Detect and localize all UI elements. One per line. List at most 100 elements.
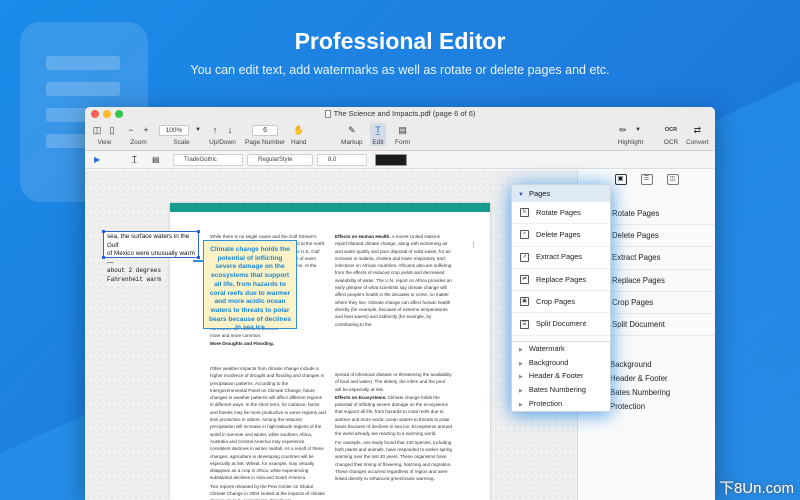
hand-group: ✋ Hand [291,123,307,147]
site-watermark: 下8Un.com [718,480,794,497]
page-down-icon[interactable]: ↓ [224,125,236,136]
minimize-window-button[interactable] [103,110,111,118]
edit-line[interactable]: of Mexico were unusually warm— [107,250,195,267]
pages-header-label: Pages [528,189,551,198]
menu-item-background[interactable]: ▶ Background [512,356,610,370]
extract-icon: ↗ [520,252,529,262]
zoom-group: − + Zoom [125,123,152,146]
single-page-icon[interactable]: ▯ [106,125,118,136]
replace-icon: ⇄ [520,275,529,285]
paragraph: A recent United Nations report blamed cl… [335,234,452,327]
form-label: Form [395,139,411,146]
document-properties-icon[interactable]: ☰ [640,174,653,185]
convert-label: Convert [686,139,709,146]
resize-handle[interactable] [197,256,200,259]
expand-arrow-icon: ▶ [519,374,523,381]
menu-item-bates-numbering[interactable]: ▶ Bates Numbering [512,383,610,397]
markup-group: ✎ Markup [341,123,363,147]
close-window-button[interactable] [91,110,99,118]
chevron-down-icon[interactable]: ▼ [192,125,204,136]
edit-line[interactable]: sea, the surface waters in the Gulf [107,233,195,250]
convert-icon[interactable]: ⇄ [691,125,703,136]
menu-item-label: Extract Pages [536,252,583,262]
menu-item-protection[interactable]: ▶ Protection [512,397,610,411]
resize-handle[interactable] [197,230,200,233]
edit-line[interactable]: about 2 degrees Fahrenheit warm [107,267,195,284]
edit-label: Edit [372,139,384,146]
highlighter-icon[interactable]: ✏ [617,125,629,136]
expand-arrow-icon: ▶ [519,346,523,353]
expand-caret-icon[interactable]: ▼ [518,192,524,198]
section-heading: Effects on Human Health. [335,234,391,239]
edit-text-icon[interactable]: T̲ [372,125,384,136]
sidebar-toggle-icon[interactable]: ◫ [91,125,103,136]
select-arrow-icon[interactable]: ▶ [94,155,100,164]
pages-dropdown-panel: ▼ Pages ↻ Rotate Pages × Delete Pages ↗ Extr… [511,184,611,412]
paragraph: For example, one study found that 130 sp… [335,439,452,482]
app-window: The Science and Impacts.pdf (page 6 of 6… [85,107,715,500]
convert-group: ⇄ Convert [686,123,709,147]
view-group: ◫ ▯ View [91,123,118,147]
toolbar: ◫ ▯ View − + Zoom 100% ▼ Scale ↑ ↓ Up/Do… [85,121,715,151]
view-label: View [97,139,112,146]
document-canvas[interactable]: ⋮ While there is no single cause and the… [85,170,577,500]
markup-icon[interactable]: ✎ [346,125,358,136]
font-size-select[interactable]: 8.0 [317,154,367,166]
menu-item-delete-pages[interactable]: × Delete Pages [512,224,610,247]
panel-icon[interactable]: ◫ [666,174,679,185]
paragraph: Climate change holds the potential of in… [335,394,452,437]
menu-item-crop-pages[interactable]: ▣ Crop Pages [512,291,610,314]
menu-item-label: Watermark [528,343,565,353]
menu-item-extract-pages[interactable]: ↗ Extract Pages [512,247,610,269]
expand-arrow-icon: ▶ [519,401,523,408]
scale-select[interactable]: 100% [159,124,189,136]
updown-label: Up/Down [209,139,236,146]
column-right: Effects on Human Health. A recent United… [335,233,453,329]
hand-icon[interactable]: ✋ [293,125,305,136]
form-icon[interactable]: ▤ [397,125,409,136]
text-edit-icon[interactable]: T̲ [132,155,137,164]
font-style-select[interactable]: RegularStyle [247,154,313,166]
text-color-swatch[interactable] [375,154,407,166]
zoom-window-button[interactable] [115,110,123,118]
menu-item-rotate-pages[interactable]: ↻ Rotate Pages [512,202,610,225]
paragraph: spread of infectious disease or threaten… [335,372,452,392]
menu-item-label: Protection [528,398,563,408]
callout-box[interactable]: Climate change holds the potential of in… [203,240,297,331]
menu-item-watermark[interactable]: ▶ Watermark [512,342,610,356]
markup-label: Markup [341,139,363,146]
text-edit-box[interactable]: sea, the surface waters in the Gulf of M… [102,230,200,283]
page-up-icon[interactable]: ↑ [209,125,221,136]
menu-item-replace-pages[interactable]: ⇄ Replace Pages [512,269,610,292]
zoom-label: Zoom [130,139,147,146]
page-tools-icon[interactable]: ▣ [614,174,627,185]
column-left-lower: Other weather impacts from climate chang… [210,365,326,500]
form-group: ▤ Form [395,123,411,147]
resize-handle[interactable] [102,230,105,233]
paragraph: Two reports released by the Pew Center o… [210,483,325,500]
menu-item-header-footer[interactable]: ▶ Header & Footer [512,369,610,383]
ocr-label: OCR [663,139,679,146]
highlight-group: ✏ ▼ Highlight [617,123,644,147]
page-number-label: Page Number [245,139,286,146]
pages-section-header[interactable]: ▼ Pages [512,185,610,202]
page-number-input[interactable]: 6 [252,124,279,136]
text-block-icon[interactable]: ▤ [152,155,160,164]
menu-item-label: Crop Pages [536,296,576,306]
resize-handle[interactable] [102,256,105,259]
ocr-group: OCR OCR [663,123,679,146]
menu-item-split-document[interactable]: ☰ Split Document [512,313,610,336]
menu-item-label: Split Document [536,319,587,329]
font-family-select[interactable]: TradeGothic [173,154,243,166]
zoom-in-button[interactable]: + [140,125,152,136]
crop-icon: ▣ [520,297,529,307]
zoom-out-button[interactable]: − [125,125,137,136]
ocr-icon[interactable]: OCR [663,125,679,136]
menu-item-label: Background [528,357,569,367]
expand-arrow-icon: ▶ [519,360,523,367]
edit-group[interactable]: T̲ Edit [370,123,386,146]
more-options-icon[interactable]: ⋮ [470,241,477,249]
window-controls [91,110,123,118]
split-icon: ☰ [520,319,529,329]
highlight-chevron-icon[interactable]: ▼ [632,125,644,136]
